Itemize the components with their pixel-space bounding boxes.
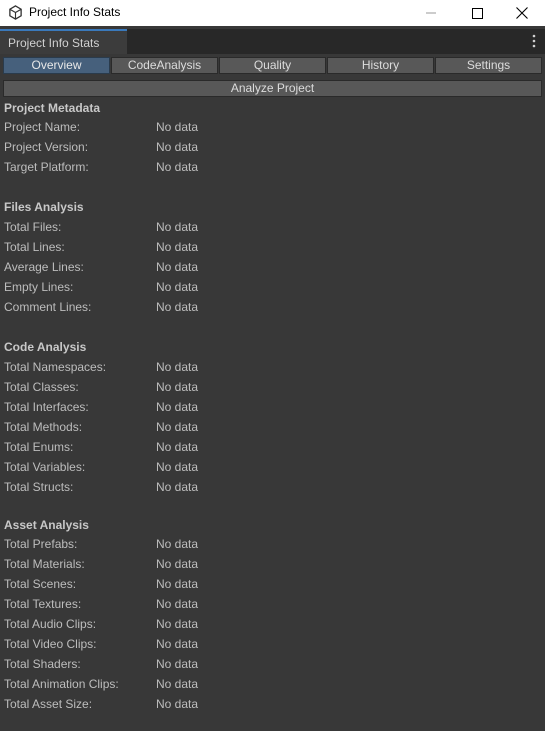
- stat-label: Total Scenes:: [4, 577, 77, 591]
- tab-settings[interactable]: Settings: [435, 57, 542, 74]
- stat-label: Project Name:: [4, 120, 81, 134]
- stat-value: No data: [156, 240, 199, 254]
- stat-label: Empty Lines:: [4, 280, 74, 294]
- editor-tab-strip: Project Info Stats: [0, 29, 545, 54]
- stat-label: Total Enums:: [4, 440, 74, 454]
- stat-row: Target Platform: No data: [4, 160, 534, 178]
- stat-label: Total Prefabs:: [4, 537, 78, 551]
- stat-row: Total Classes: No data: [4, 380, 534, 398]
- section-title-code-analysis: Code Analysis: [4, 340, 87, 354]
- stat-label: Total Materials:: [4, 557, 85, 571]
- stat-value: No data: [156, 617, 199, 631]
- stat-value: No data: [156, 140, 199, 154]
- stat-value: No data: [156, 537, 199, 551]
- stat-row: Total Lines: No data: [4, 240, 534, 258]
- stat-value: No data: [156, 697, 199, 711]
- stat-value: No data: [156, 360, 199, 374]
- section-title-asset-analysis: Asset Analysis: [4, 518, 89, 532]
- stat-row: Total Asset Size: No data: [4, 697, 534, 715]
- stat-row: Total Textures: No data: [4, 597, 534, 615]
- stat-value: No data: [156, 280, 199, 294]
- stat-value: No data: [156, 300, 199, 314]
- stat-label: Total Animation Clips:: [4, 677, 119, 691]
- stat-value: No data: [156, 677, 199, 691]
- stat-row: Total Enums: No data: [4, 440, 534, 458]
- stat-label: Total Shaders:: [4, 657, 81, 671]
- stat-label: Target Platform:: [4, 160, 89, 174]
- stat-label: Total Video Clips:: [4, 637, 97, 651]
- stat-row: Total Methods: No data: [4, 420, 534, 438]
- stat-row: Project Version: No data: [4, 140, 534, 158]
- minimize-icon: [426, 12, 436, 14]
- stat-value: No data: [156, 460, 199, 474]
- stat-row: Total Shaders: No data: [4, 657, 534, 675]
- stat-label: Total Structs:: [4, 480, 74, 494]
- title-bar: Project Info Stats: [0, 0, 545, 26]
- stat-row: Total Structs: No data: [4, 480, 534, 498]
- stat-value: No data: [156, 637, 199, 651]
- stat-label: Average Lines:: [4, 260, 84, 274]
- tab-quality[interactable]: Quality: [219, 57, 326, 74]
- stat-row: Total Interfaces: No data: [4, 400, 534, 418]
- stat-row: Total Scenes: No data: [4, 577, 534, 595]
- stat-value: No data: [156, 380, 199, 394]
- stat-row: Total Variables: No data: [4, 460, 534, 478]
- stat-value: No data: [156, 597, 199, 611]
- analyze-project-button[interactable]: Analyze Project: [3, 80, 542, 97]
- stat-row: Total Prefabs: No data: [4, 537, 534, 555]
- stat-value: No data: [156, 480, 199, 494]
- unity-cube-icon: [9, 5, 22, 20]
- stat-value: No data: [156, 577, 199, 591]
- window-title: Project Info Stats: [29, 5, 121, 19]
- stat-label: Total Audio Clips:: [4, 617, 97, 631]
- stat-row: Project Name: No data: [4, 120, 534, 138]
- stat-value: No data: [156, 557, 199, 571]
- stat-label: Total Interfaces:: [4, 400, 89, 414]
- tab-codeanalysis[interactable]: CodeAnalysis: [111, 57, 218, 74]
- close-icon: [516, 7, 528, 19]
- stat-value: No data: [156, 160, 199, 174]
- stat-label: Comment Lines:: [4, 300, 92, 314]
- tab-history[interactable]: History: [327, 57, 434, 74]
- stat-label: Total Classes:: [4, 380, 79, 394]
- stat-row: Average Lines: No data: [4, 260, 534, 278]
- stat-label: Total Textures:: [4, 597, 82, 611]
- stat-value: No data: [156, 420, 199, 434]
- stat-row: Total Video Clips: No data: [4, 637, 534, 655]
- stat-label: Total Variables:: [4, 460, 86, 474]
- stat-row: Empty Lines: No data: [4, 280, 534, 298]
- stat-value: No data: [156, 220, 199, 234]
- stat-label: Total Lines:: [4, 240, 65, 254]
- minimize-button[interactable]: [408, 0, 454, 26]
- stat-value: No data: [156, 440, 199, 454]
- kebab-menu-icon[interactable]: [531, 34, 537, 48]
- stat-value: No data: [156, 400, 199, 414]
- stat-label: Total Methods:: [4, 420, 83, 434]
- stat-label: Total Files:: [4, 220, 62, 234]
- stat-value: No data: [156, 260, 199, 274]
- tab-overview[interactable]: Overview: [3, 57, 110, 74]
- window-tab[interactable]: Project Info Stats: [0, 29, 127, 54]
- stat-label: Total Asset Size:: [4, 697, 93, 711]
- close-button[interactable]: [499, 0, 545, 26]
- view-toolbar: Overview CodeAnalysis Quality History Se…: [3, 57, 542, 74]
- stat-label: Total Namespaces:: [4, 360, 107, 374]
- stat-value: No data: [156, 657, 199, 671]
- stat-row: Total Namespaces: No data: [4, 360, 534, 378]
- maximize-button[interactable]: [454, 0, 500, 26]
- stat-row: Total Materials: No data: [4, 557, 534, 575]
- maximize-icon: [471, 7, 483, 19]
- stat-row: Total Animation Clips: No data: [4, 677, 534, 695]
- stat-row: Total Audio Clips: No data: [4, 617, 534, 635]
- section-title-files-analysis: Files Analysis: [4, 200, 84, 214]
- stat-row: Comment Lines: No data: [4, 300, 534, 318]
- stat-row: Total Files: No data: [4, 220, 534, 238]
- section-title-project-metadata: Project Metadata: [4, 101, 101, 115]
- stat-value: No data: [156, 120, 199, 134]
- stat-label: Project Version:: [4, 140, 89, 154]
